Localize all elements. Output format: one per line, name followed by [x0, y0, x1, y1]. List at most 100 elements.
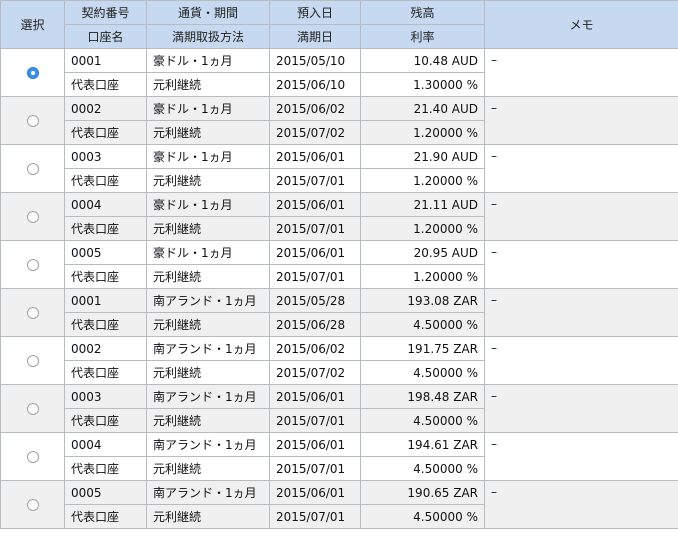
table-row[interactable]: 0004 南アランド・1ヵ月 2015/06/01 194.61 ZAR – — [0, 432, 678, 481]
currency-period: 南アランド・1ヵ月 — [146, 432, 270, 457]
maturity-date: 2015/07/01 — [269, 504, 361, 529]
select-radio[interactable] — [26, 451, 39, 463]
interest-rate: 4.50000 % — [360, 504, 485, 529]
memo: – — [484, 96, 678, 145]
select-radio[interactable] — [26, 355, 39, 367]
select-radio[interactable] — [26, 403, 39, 415]
maturity-method: 元利継続 — [146, 312, 270, 337]
maturity-method: 元利継続 — [146, 408, 270, 433]
table-row[interactable]: 0004 豪ドル・1ヵ月 2015/06/01 21.11 AUD – — [0, 192, 678, 241]
table-row[interactable]: 0002 南アランド・1ヵ月 2015/06/02 191.75 ZAR – — [0, 336, 678, 385]
select-cell[interactable] — [0, 336, 65, 385]
balance: 21.11 AUD — [360, 192, 485, 217]
maturity-method: 元利継続 — [146, 264, 270, 289]
table-row[interactable]: 0005 南アランド・1ヵ月 2015/06/01 190.65 ZAR – — [0, 480, 678, 529]
select-radio[interactable] — [26, 259, 39, 271]
balance: 21.40 AUD — [360, 96, 485, 121]
balance: 20.95 AUD — [360, 240, 485, 265]
table-body: 0001 豪ドル・1ヵ月 2015/05/10 10.48 AUD – 代表口座… — [0, 48, 678, 529]
deposit-date: 2015/06/01 — [269, 192, 361, 217]
select-radio[interactable] — [26, 115, 39, 127]
select-cell[interactable] — [0, 48, 65, 97]
interest-rate: 4.50000 % — [360, 312, 485, 337]
currency-period: 南アランド・1ヵ月 — [146, 384, 270, 409]
currency-period: 豪ドル・1ヵ月 — [146, 96, 270, 121]
table-row[interactable]: 0003 南アランド・1ヵ月 2015/06/01 198.48 ZAR – — [0, 384, 678, 433]
select-radio[interactable] — [26, 211, 39, 223]
interest-rate: 4.50000 % — [360, 408, 485, 433]
deposit-date: 2015/06/01 — [269, 480, 361, 505]
maturity-method: 元利継続 — [146, 216, 270, 241]
header-maturity-method: 満期取扱方法 — [146, 24, 270, 49]
account-name: 代表口座 — [64, 456, 147, 481]
select-cell[interactable] — [0, 288, 65, 337]
interest-rate: 1.20000 % — [360, 216, 485, 241]
balance: 191.75 ZAR — [360, 336, 485, 361]
select-cell[interactable] — [0, 384, 65, 433]
table-row[interactable]: 0002 豪ドル・1ヵ月 2015/06/02 21.40 AUD – — [0, 96, 678, 145]
account-name: 代表口座 — [64, 168, 147, 193]
maturity-date: 2015/07/01 — [269, 408, 361, 433]
deposit-date: 2015/05/10 — [269, 48, 361, 73]
currency-period: 南アランド・1ヵ月 — [146, 288, 270, 313]
table-row[interactable]: 0003 豪ドル・1ヵ月 2015/06/01 21.90 AUD – — [0, 144, 678, 193]
balance: 194.61 ZAR — [360, 432, 485, 457]
deposit-date: 2015/06/02 — [269, 96, 361, 121]
table-row[interactable]: 0001 豪ドル・1ヵ月 2015/05/10 10.48 AUD – — [0, 48, 678, 97]
contract-number: 0002 — [64, 336, 147, 361]
currency-period: 南アランド・1ヵ月 — [146, 480, 270, 505]
contract-number: 0001 — [64, 48, 147, 73]
maturity-date: 2015/07/01 — [269, 216, 361, 241]
maturity-date: 2015/07/02 — [269, 360, 361, 385]
memo: – — [484, 480, 678, 529]
account-name: 代表口座 — [64, 264, 147, 289]
deposit-date: 2015/06/01 — [269, 144, 361, 169]
select-radio[interactable] — [26, 67, 39, 79]
maturity-method: 元利継続 — [146, 72, 270, 97]
select-cell[interactable] — [0, 192, 65, 241]
deposit-date: 2015/06/01 — [269, 432, 361, 457]
table-row[interactable]: 0001 南アランド・1ヵ月 2015/05/28 193.08 ZAR – — [0, 288, 678, 337]
contract-number: 0003 — [64, 384, 147, 409]
contract-number: 0003 — [64, 144, 147, 169]
maturity-method: 元利継続 — [146, 360, 270, 385]
account-name: 代表口座 — [64, 312, 147, 337]
header-memo: メモ — [484, 0, 678, 49]
contract-number: 0004 — [64, 192, 147, 217]
maturity-method: 元利継続 — [146, 456, 270, 481]
deposit-date: 2015/05/28 — [269, 288, 361, 313]
memo: – — [484, 144, 678, 193]
deposit-date: 2015/06/01 — [269, 384, 361, 409]
select-cell[interactable] — [0, 480, 65, 529]
balance: 21.90 AUD — [360, 144, 485, 169]
account-name: 代表口座 — [64, 504, 147, 529]
maturity-date: 2015/06/10 — [269, 72, 361, 97]
select-cell[interactable] — [0, 432, 65, 481]
select-cell[interactable] — [0, 240, 65, 289]
memo: – — [484, 240, 678, 289]
select-cell[interactable] — [0, 144, 65, 193]
contract-number: 0002 — [64, 96, 147, 121]
table-row[interactable]: 0005 豪ドル・1ヵ月 2015/06/01 20.95 AUD – — [0, 240, 678, 289]
select-cell[interactable] — [0, 96, 65, 145]
currency-period: 豪ドル・1ヵ月 — [146, 144, 270, 169]
select-radio[interactable] — [26, 163, 39, 175]
deposit-date: 2015/06/01 — [269, 240, 361, 265]
interest-rate: 1.20000 % — [360, 120, 485, 145]
currency-period: 豪ドル・1ヵ月 — [146, 240, 270, 265]
currency-period: 豪ドル・1ヵ月 — [146, 192, 270, 217]
maturity-date: 2015/07/01 — [269, 456, 361, 481]
balance: 193.08 ZAR — [360, 288, 485, 313]
currency-period: 豪ドル・1ヵ月 — [146, 48, 270, 73]
select-radio[interactable] — [26, 499, 39, 511]
maturity-date: 2015/06/28 — [269, 312, 361, 337]
memo: – — [484, 384, 678, 433]
select-radio[interactable] — [26, 307, 39, 319]
deposit-date: 2015/06/02 — [269, 336, 361, 361]
maturity-date: 2015/07/02 — [269, 120, 361, 145]
contract-number: 0004 — [64, 432, 147, 457]
maturity-method: 元利継続 — [146, 504, 270, 529]
header-interest-rate: 利率 — [360, 24, 485, 49]
maturity-date: 2015/07/01 — [269, 264, 361, 289]
interest-rate: 1.20000 % — [360, 264, 485, 289]
